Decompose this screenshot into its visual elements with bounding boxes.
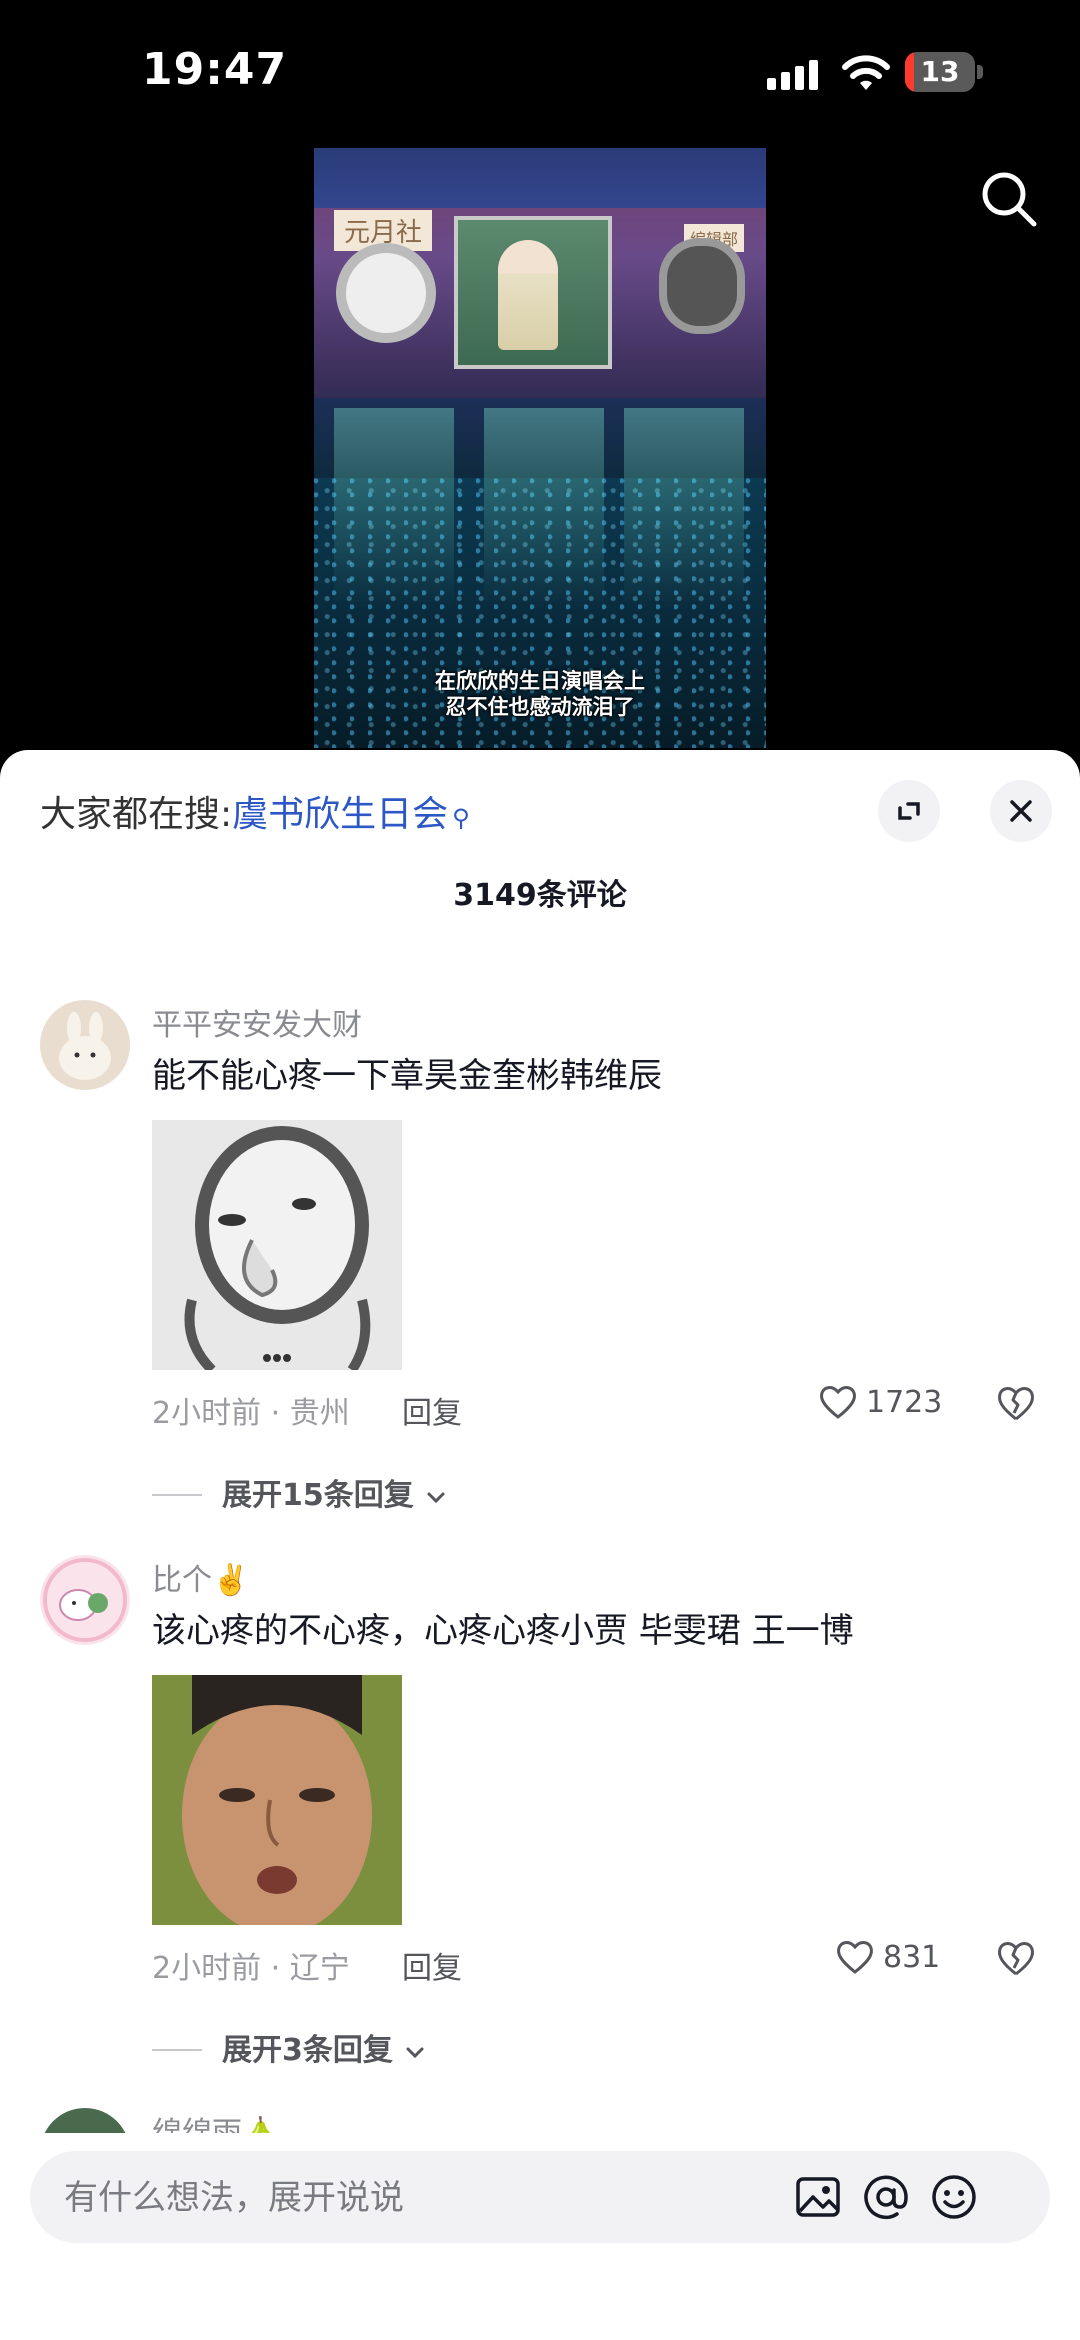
heart-icon [820,1386,856,1419]
search-small-icon: ⚲ [452,804,470,832]
image-icon[interactable] [792,2171,844,2223]
video-subtitle: 在欣欣的生日演唱会上 忍不住也感动流泪了 [435,669,645,719]
trending-keyword[interactable]: 虞书欣生日会 [232,794,448,835]
stage-decoration [336,243,436,343]
heart-icon [837,1941,873,1974]
like-button[interactable]: 1723 [818,1384,942,1420]
battery-level: 13 [920,55,960,88]
comment-input-bar [0,2133,1080,2340]
expand-replies-label: 展开3条回复 [222,2033,393,2068]
expand-replies-label: 展开15条回复 [222,1478,414,1513]
like-button[interactable]: 831 [835,1939,940,1975]
reply-button[interactable]: 回复 [402,1943,462,1987]
avatar[interactable] [40,1000,130,1090]
cellular-signal-icon [767,60,818,90]
comment-sticker[interactable] [152,1120,402,1370]
wifi-icon [842,55,890,90]
chevron-down-icon [427,1492,445,1504]
avatar[interactable] [40,1555,130,1645]
trending-label: 大家都在搜: [40,794,233,835]
chevron-down-icon [406,2047,424,2059]
close-panel-button[interactable] [990,780,1052,842]
comment-username[interactable]: 比个✌️ [152,1555,249,1599]
battery-indicator: 13 [905,52,985,92]
dislike-icon[interactable] [995,1939,1037,1977]
comment-sticker[interactable] [152,1675,402,1925]
comment-time-location: 2小时前 · 贵州 [152,1396,350,1431]
status-bar: 19:47 13 [0,0,1080,140]
emoji-icon[interactable] [928,2171,980,2223]
comment-count: 3149条评论 [453,878,627,913]
dislike-icon[interactable] [995,1384,1037,1422]
comment-time-location: 2小时前 · 辽宁 [152,1951,350,1986]
expand-panel-button[interactable] [878,780,940,842]
reply-button[interactable]: 回复 [402,1388,462,1432]
status-time: 19:47 [142,44,288,95]
comment-input[interactable] [62,2151,746,2245]
expand-icon [898,802,920,820]
comment-text: 能不能心疼一下章昊金奎彬韩维辰 [152,1056,662,1096]
trending-search[interactable]: 大家都在搜:虞书欣生日会 ⚲ [40,785,470,837]
search-icon[interactable] [978,168,1040,230]
like-count: 831 [883,1940,941,1975]
like-count: 1723 [866,1385,943,1420]
stage-screen [454,216,612,369]
comment-username[interactable]: 平平安安发大财 [152,1000,362,1044]
headphone-decoration [659,238,745,334]
close-icon [1010,800,1032,822]
mention-icon[interactable] [860,2171,912,2223]
expand-replies[interactable]: 展开15条回复 [152,1470,448,1514]
expand-replies[interactable]: 展开3条回复 [152,2025,427,2069]
comment-text: 该心疼的不心疼，心疼心疼小贾 毕雯珺 王一博 [152,1611,854,1651]
video-player[interactable]: 元月社 编辑部 在欣欣的生日演唱会上 忍不住也感动流泪了 [314,148,766,748]
comment-panel: 大家都在搜:虞书欣生日会 ⚲ 3149条评论 平平安安发大财 能不能心疼一下章昊金 [0,750,1080,2340]
comment-input-container [30,2151,1050,2245]
